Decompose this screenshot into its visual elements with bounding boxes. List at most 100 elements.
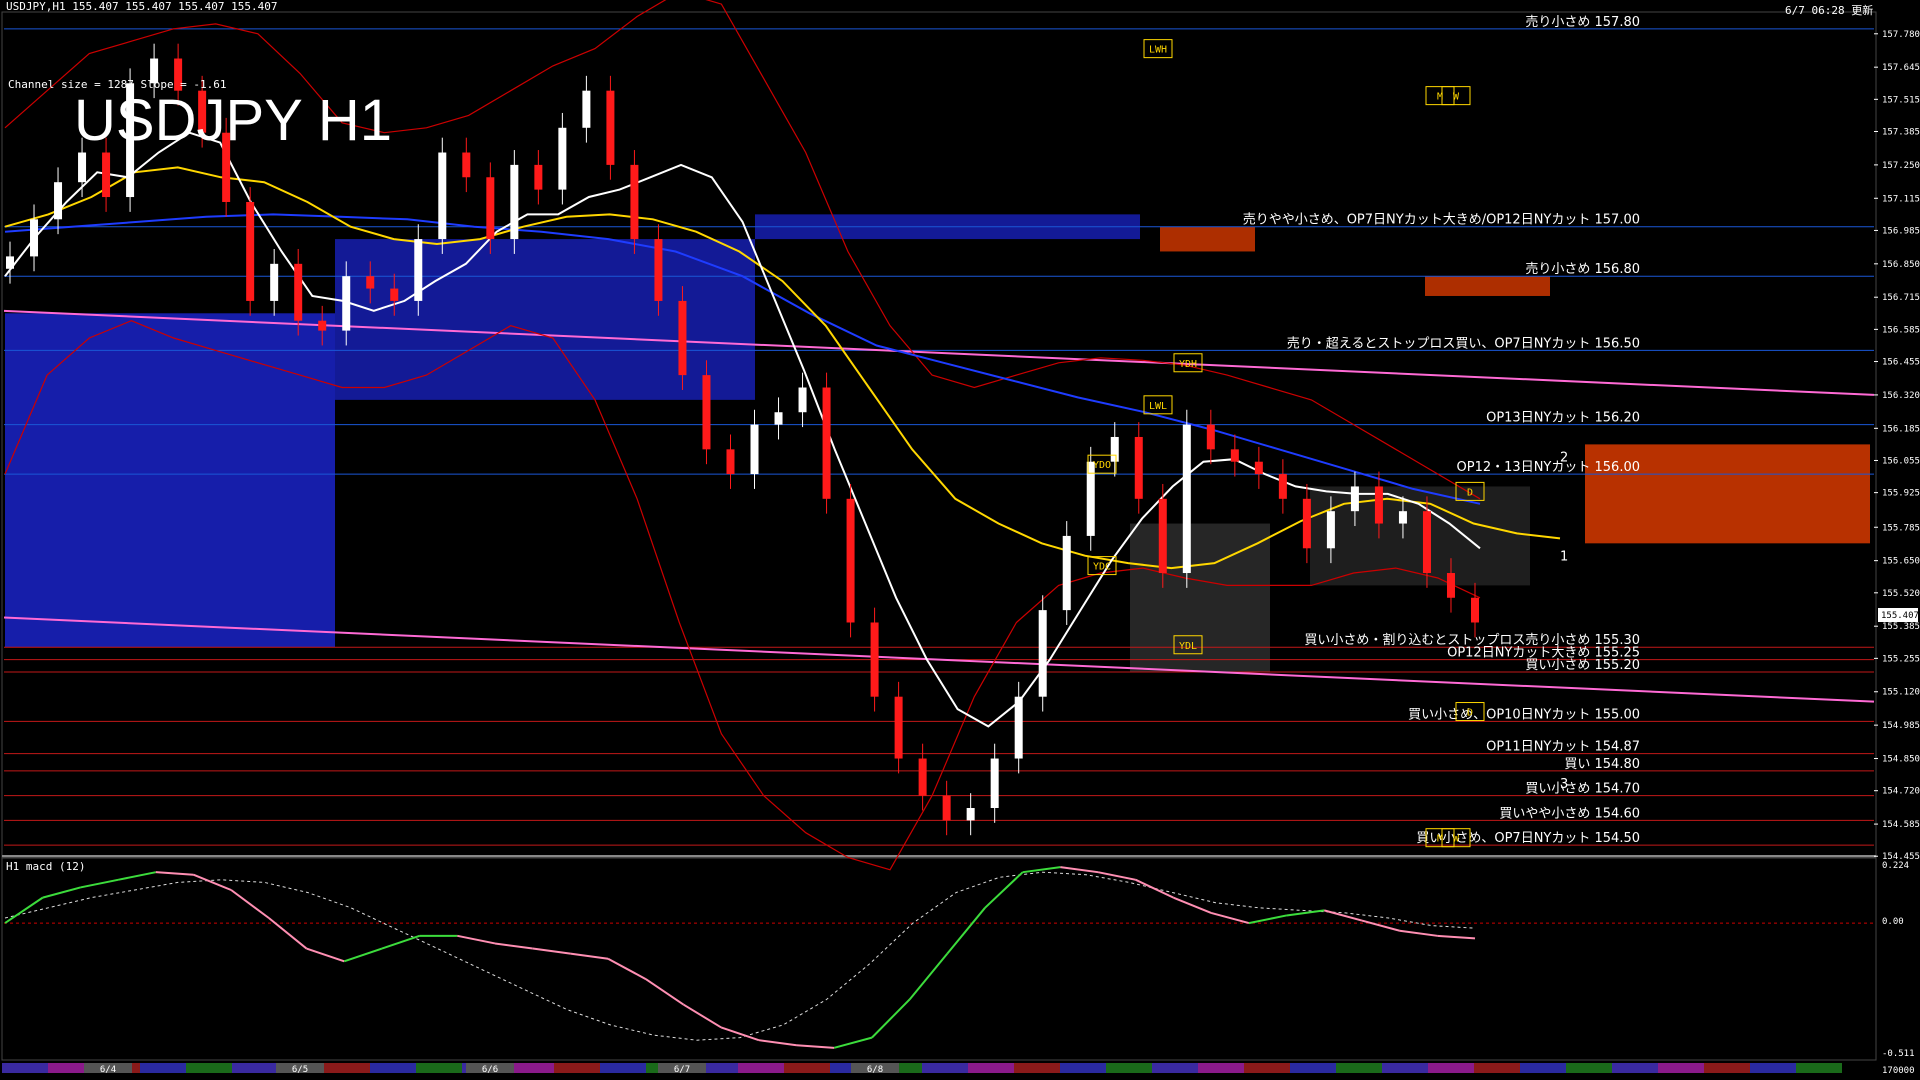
date-strip-seg-21 bbox=[968, 1063, 1014, 1073]
date-strip-seg-9 bbox=[416, 1063, 462, 1073]
candle-body-56 bbox=[1350, 486, 1359, 512]
y-tick-24: 154.585 bbox=[1882, 820, 1920, 830]
marker-label-3: YDO bbox=[1093, 460, 1111, 471]
y-tick-19: 155.255 bbox=[1882, 654, 1920, 664]
y-tick-1: 157.645 bbox=[1882, 63, 1920, 73]
candle-body-37 bbox=[894, 696, 903, 759]
wave-label-0: 1 bbox=[1560, 550, 1568, 565]
date-strip-seg-29 bbox=[1336, 1063, 1382, 1073]
date-strip-seg-24 bbox=[1106, 1063, 1152, 1073]
current-price-label: 155.407 bbox=[1881, 611, 1919, 621]
y-tick-0: 157.780 bbox=[1882, 30, 1920, 40]
marker-label-9: W bbox=[1453, 834, 1460, 845]
big-title: USDJPY H1 bbox=[74, 88, 392, 153]
candle-body-31 bbox=[750, 424, 759, 475]
y-tick-23: 154.720 bbox=[1882, 787, 1920, 797]
kumo-blue-left bbox=[5, 313, 335, 648]
y-tick-20: 155.120 bbox=[1882, 688, 1920, 698]
candle-body-23 bbox=[558, 127, 567, 190]
candle-body-21 bbox=[510, 164, 519, 240]
candle-body-51 bbox=[1230, 449, 1239, 462]
level-label-0: 売り小さめ 157.80 bbox=[1525, 14, 1640, 30]
date-strip-seg-11 bbox=[508, 1063, 554, 1073]
date-strip-seg-36 bbox=[1658, 1063, 1704, 1073]
y-tick-5: 157.115 bbox=[1882, 194, 1920, 204]
candle-body-33 bbox=[798, 387, 807, 413]
date-label-4: 6/8 bbox=[867, 1065, 883, 1075]
marker-label-0: LWH bbox=[1149, 45, 1167, 56]
candle-body-52 bbox=[1254, 461, 1263, 475]
y-tick-21: 154.985 bbox=[1882, 721, 1920, 731]
level-label-14: 買い小さめ、OP7日NYカット 154.50 bbox=[1416, 831, 1640, 846]
level-label-12: 買い小さめ 154.70 bbox=[1525, 782, 1640, 797]
candle-body-55 bbox=[1326, 511, 1335, 549]
update-time: 6/7 06:28 更新 bbox=[1785, 3, 1873, 17]
y-tick-17: 155.520 bbox=[1882, 589, 1920, 599]
candle-body-50 bbox=[1206, 424, 1215, 450]
level-label-3: 売り・超えるとストップロス買い、OP7日NYカット 156.50 bbox=[1287, 335, 1640, 351]
y-tick-9: 156.585 bbox=[1882, 325, 1920, 335]
candle-body-2 bbox=[54, 182, 63, 220]
candle-body-17 bbox=[414, 239, 423, 301]
candle-body-0 bbox=[6, 256, 14, 269]
macd-tick-zero: 0.00 bbox=[1882, 917, 1904, 927]
level-label-4: OP13日NYカット 156.20 bbox=[1486, 411, 1640, 426]
candle-body-1 bbox=[30, 219, 39, 257]
level-label-10: OP11日NYカット 154.87 bbox=[1486, 740, 1640, 755]
candle-body-11 bbox=[270, 263, 279, 301]
candle-body-19 bbox=[462, 152, 471, 178]
y-tick-4: 157.250 bbox=[1882, 161, 1920, 171]
date-strip-seg-32 bbox=[1474, 1063, 1520, 1073]
candle-body-20 bbox=[486, 177, 495, 240]
candle-body-18 bbox=[438, 152, 447, 240]
marker-label-11: D bbox=[1467, 708, 1473, 719]
marker-label-1: LWL bbox=[1149, 401, 1167, 412]
date-strip-seg-0 bbox=[2, 1063, 48, 1073]
symbol-info: USDJPY,H1 155.407 155.407 155.407 155.40… bbox=[6, 0, 278, 13]
date-strip-seg-33 bbox=[1520, 1063, 1566, 1073]
y-tick-22: 154.850 bbox=[1882, 755, 1920, 765]
date-strip-seg-3 bbox=[140, 1063, 186, 1073]
date-strip-seg-4 bbox=[186, 1063, 232, 1073]
date-strip-seg-30 bbox=[1382, 1063, 1428, 1073]
wave-label-2: 3 bbox=[1560, 777, 1568, 792]
date-strip-seg-38 bbox=[1750, 1063, 1796, 1073]
candle-body-48 bbox=[1158, 498, 1167, 574]
kumo-blue-mid bbox=[335, 239, 755, 400]
date-label-2: 6/6 bbox=[482, 1065, 498, 1075]
candle-body-44 bbox=[1062, 535, 1071, 611]
candle-body-46 bbox=[1110, 436, 1119, 462]
candle-body-54 bbox=[1302, 498, 1311, 549]
date-strip-seg-8 bbox=[370, 1063, 416, 1073]
candle-body-12 bbox=[294, 263, 303, 321]
candle-body-43 bbox=[1038, 610, 1047, 697]
candle-body-16 bbox=[390, 288, 399, 301]
date-strip-seg-16 bbox=[738, 1063, 784, 1073]
date-strip-seg-5 bbox=[232, 1063, 278, 1073]
y-tick-8: 156.715 bbox=[1882, 293, 1920, 303]
marker-label-2: YDH bbox=[1179, 359, 1197, 370]
level-label-11: 買い 154.80 bbox=[1564, 757, 1640, 772]
kumo-gray-right bbox=[1310, 486, 1530, 586]
level-label-9: 買い小さめ、OP10日NYカット 155.00 bbox=[1408, 707, 1640, 722]
marker-label-7: W bbox=[1453, 92, 1460, 103]
candle-body-53 bbox=[1278, 474, 1287, 499]
date-label-3: 6/7 bbox=[674, 1065, 690, 1075]
date-strip-seg-17 bbox=[784, 1063, 830, 1073]
candle-body-47 bbox=[1134, 436, 1143, 499]
level-label-13: 買いやや小さめ 154.60 bbox=[1499, 806, 1640, 821]
date-strip-seg-31 bbox=[1428, 1063, 1474, 1073]
kumo-red-upper bbox=[1425, 276, 1550, 296]
macd-tick-bottom: -0.511 bbox=[1882, 1049, 1915, 1059]
date-label-1: 6/5 bbox=[292, 1065, 308, 1075]
candle-body-3 bbox=[78, 152, 87, 183]
y-tick-3: 157.385 bbox=[1882, 127, 1920, 137]
date-strip-seg-23 bbox=[1060, 1063, 1106, 1073]
marker-label-5: YDL bbox=[1179, 641, 1197, 652]
candle-body-41 bbox=[990, 758, 999, 809]
date-strip-seg-12 bbox=[554, 1063, 600, 1073]
candle-body-28 bbox=[678, 300, 687, 376]
date-strip-seg-20 bbox=[922, 1063, 968, 1073]
date-strip-seg-39 bbox=[1796, 1063, 1842, 1073]
candle-body-26 bbox=[630, 164, 639, 240]
